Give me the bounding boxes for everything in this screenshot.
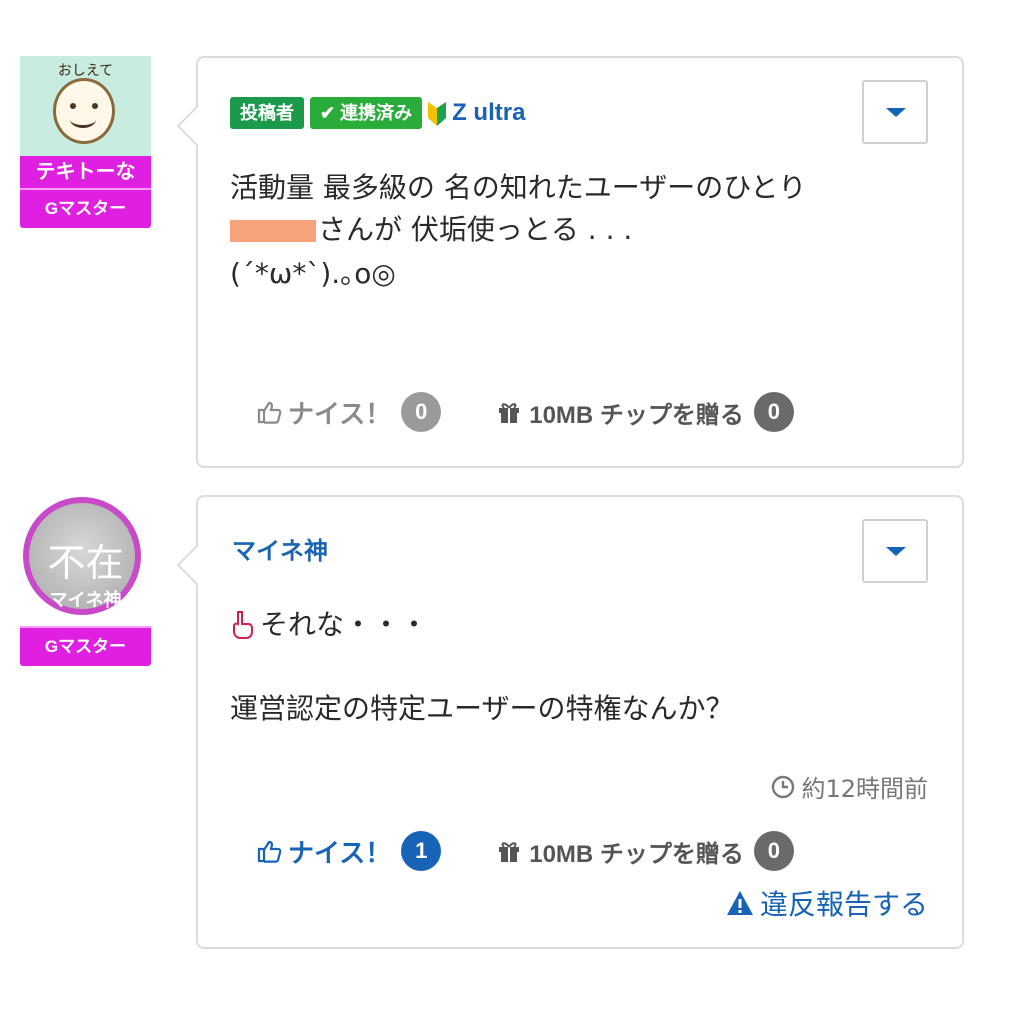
post2-avatar-column: 不在 マイネ神 Gマスター	[20, 494, 151, 666]
avatar-caption: おしえて	[57, 63, 114, 79]
post-body-line-1-text: それな・・・	[260, 608, 429, 641]
gift-icon	[499, 842, 520, 862]
smiley-face-icon	[53, 78, 115, 144]
speech-tail	[176, 545, 198, 585]
tip-label: 10MB チップを贈る	[529, 840, 744, 868]
avatar-nickname: テキトーな	[20, 156, 151, 188]
thumbs-up-icon	[257, 401, 282, 424]
post-actions: ナイス！ 0 10MB チップを贈る 0	[256, 392, 794, 432]
report-link[interactable]: 違反報告する	[726, 883, 928, 923]
post-body-line-2-text: さんが 伏垢使っとる . . .	[318, 213, 633, 246]
nice-button[interactable]: ナイス！ 1	[256, 831, 442, 871]
timestamp-text: 約12時間前	[801, 775, 928, 803]
chevron-down-icon	[886, 547, 906, 556]
post-body-line-2: さんが 伏垢使っとる . . .	[230, 208, 632, 252]
avatar-subname: マイネ神	[49, 590, 122, 611]
thumbs-up-icon	[257, 840, 282, 863]
tip-count: 0	[753, 392, 794, 432]
tip-button[interactable]: 10MB チップを贈る 0	[497, 831, 794, 871]
chevron-down-icon	[886, 108, 906, 117]
post-badges: 投稿者 ✔ 連携済み Z ultra	[230, 96, 525, 130]
report-label: 違反報告する	[759, 888, 928, 921]
post1-avatar-column: おしえて テキトーな Gマスター	[20, 56, 151, 228]
user-avatar[interactable]: 不在 マイネ神	[20, 494, 151, 626]
gift-icon	[499, 403, 520, 423]
speech-tail	[176, 106, 198, 146]
post-menu-button[interactable]	[862, 519, 928, 583]
device-label: Z ultra	[452, 99, 526, 126]
clock-icon	[772, 775, 795, 798]
post-card: マイネ神 それな・・・ 運営認定の特定ユーザーの特権なんか？ 約12時間前 ナイ…	[176, 495, 964, 949]
linked-badge: ✔ 連携済み	[310, 97, 423, 129]
device-name[interactable]: Z ultra	[428, 99, 525, 127]
post-body-line-1: それな・・・	[230, 603, 428, 647]
rank-badge: Gマスター	[20, 188, 151, 228]
tip-button[interactable]: 10MB チップを贈る 0	[497, 392, 794, 432]
nice-count: 1	[401, 831, 442, 871]
post-body-line-1: 活動量 最多級の 名の知れたユーザーのひとり	[230, 171, 807, 204]
user-avatar[interactable]: おしえて テキトーな	[20, 56, 151, 188]
rank-badge: Gマスター	[20, 626, 151, 666]
nice-label: ナイス！	[288, 837, 392, 868]
post-card: 投稿者 ✔ 連携済み Z ultra 活動量 最多級の 名の知れたユーザーのひと…	[176, 56, 964, 468]
nice-label: ナイス！	[288, 398, 392, 429]
beginner-mark-icon	[428, 102, 447, 126]
post-actions: ナイス！ 1 10MB チップを贈る 0	[256, 831, 794, 871]
nice-count: 0	[401, 392, 442, 432]
poster-badge: 投稿者	[230, 97, 304, 129]
nice-button[interactable]: ナイス！ 0	[256, 392, 442, 432]
post-body-line-3: (´*ω*`).｡o◎	[230, 257, 396, 290]
redacted-name	[230, 220, 316, 242]
username-link[interactable]: マイネ神	[232, 531, 328, 566]
tip-count: 0	[753, 831, 794, 871]
avatar-absent-text: 不在	[47, 541, 124, 585]
pointing-hand-icon	[233, 611, 253, 639]
warning-icon	[726, 891, 753, 915]
post-body-line-2: 運営認定の特定ユーザーの特権なんか？	[230, 692, 734, 725]
post-timestamp: 約12時間前	[771, 769, 928, 804]
linked-badge-label: 連携済み	[340, 103, 413, 123]
tip-label: 10MB チップを贈る	[529, 401, 744, 429]
post-menu-button[interactable]	[862, 80, 928, 144]
